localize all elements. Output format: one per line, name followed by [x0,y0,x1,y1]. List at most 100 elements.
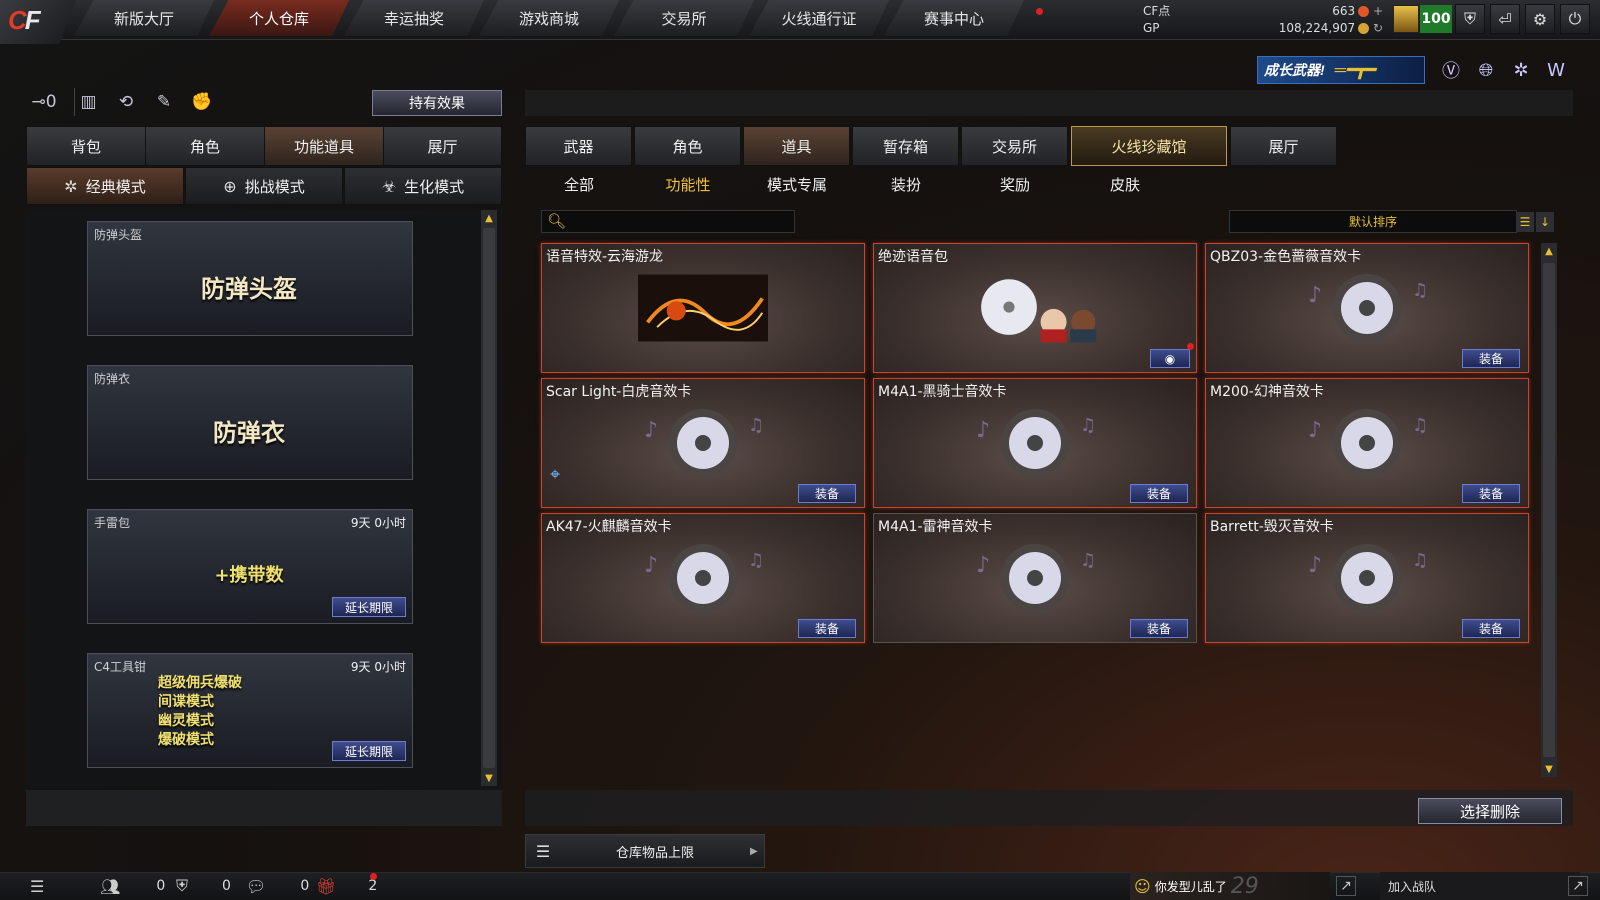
inv-item-card[interactable]: M4A1-黑骑士音效卡 ♪ ♫ 装备 [873,378,1197,508]
inv-item-card[interactable]: M200-幻神音效卡 ♪ ♫ 装备 [1205,378,1529,508]
extend-button[interactable]: 延长期限 [332,741,406,761]
friends-count[interactable]: 👥︎ 0 [100,874,165,898]
item-card-grenade-pack[interactable]: 手雷包 9天 0小时 +携带数 延长期限 [87,509,413,624]
classic-mode-icon: ✲ [64,176,78,196]
inv-item-card[interactable]: AK47-火麒麟音效卡 ♪ ♫ 装备 [541,513,865,643]
add-cf-icon[interactable]: + [1373,4,1383,18]
mode-challenge[interactable]: ⊕ 挑战模式 [185,167,343,205]
scroll-thumb[interactable] [1543,263,1555,757]
svg-text:♫: ♫ [748,550,764,571]
inv-item-card[interactable]: M4A1-雷神音效卡 ♪ ♫ 装备 [873,513,1197,643]
refresh-gp-icon[interactable]: ↻ [1373,21,1383,35]
chat-count[interactable]: 💬︎ 0 [246,874,309,898]
menu-list-icon[interactable]: ☰ [30,874,48,898]
inv-item-card[interactable]: Scar Light-白虎音效卡 ♪ ♫ ⌖ 装备 [541,378,865,508]
inv-item-card[interactable]: Barrett-毁灭音效卡 ♪ ♫ 装备 [1205,513,1529,643]
hold-effect-button[interactable]: 持有效果 [372,90,502,116]
equip-button[interactable]: 装备 [1462,484,1520,503]
gift-count[interactable]: 🎁︎ 2 [316,874,377,898]
scroll-up-icon[interactable]: ▲ [481,210,497,226]
tab-items[interactable]: 道具 [743,126,850,166]
sort-select[interactable]: 默认排序 [1229,210,1517,233]
sort-direction-icon[interactable]: ↓ [1536,212,1554,232]
growth-weapon-banner[interactable]: 成长武器! ═━┳━ [1257,56,1425,84]
equip-button[interactable]: 装备 [798,619,856,638]
power-icon[interactable]: ⏻ [1560,4,1590,34]
mode-classic[interactable]: ✲ 经典模式 [26,167,184,205]
tab-storage-box[interactable]: 暂存箱 [852,126,959,166]
tab-characters[interactable]: 角色 [634,126,741,166]
sound-card-disc-icon: ♪ ♫ [638,407,768,479]
vip-v-icon[interactable]: Ⓥ [1437,56,1465,84]
equip-button[interactable]: 装备 [1462,619,1520,638]
subtab-skins[interactable]: 皮肤 [1071,170,1179,198]
tab-weapons[interactable]: 武器 [525,126,632,166]
history-icon[interactable]: ⟲ [112,88,140,116]
tab-exchange[interactable]: 交易所 [961,126,1068,166]
tab-character[interactable]: 角色 [145,126,265,166]
message-ticker[interactable]: ☺ 你发型儿乱了 29 [1130,872,1330,900]
inv-item-card[interactable]: 语音特效-云海游龙 [541,243,865,373]
list-view-icon[interactable]: ☰ [1516,212,1534,232]
shield-icon[interactable]: ⛨ [1455,4,1485,34]
tab-collection-hall[interactable]: 火线珍藏馆 [1071,126,1227,166]
exit-room-icon[interactable]: ⏎ [1490,4,1520,34]
mode-zombie[interactable]: ☣ 生化模式 [344,167,502,205]
right-scrollbar[interactable]: ▲ ▼ [1541,243,1557,777]
clan-count[interactable]: ⛨ 0 [176,874,231,898]
nav-tab-shop[interactable]: 游戏商城 [479,0,619,36]
scroll-down-icon[interactable]: ▼ [1541,761,1557,777]
inv-item-name: 语音特效-云海游龙 [546,249,664,265]
scroll-up-icon[interactable]: ▲ [1541,243,1557,259]
tab-backpack[interactable]: 背包 [26,126,146,166]
wings-w-icon[interactable]: W [1542,56,1570,84]
tab-right-showroom[interactable]: 展厅 [1230,126,1337,166]
popout-icon[interactable]: ↗ [1336,876,1356,896]
nav-tab-exchange[interactable]: 交易所 [614,0,754,36]
tab-functional-items[interactable]: 功能道具 [264,126,384,166]
left-scrollbar[interactable]: ▲ ▼ [481,210,497,786]
item-card-vest[interactable]: 防弹衣 防弹衣 [87,365,413,480]
chat-count-value: 0 [300,878,310,894]
nav-tab-warehouse[interactable]: 个人仓库 [209,0,349,36]
ranking-icon[interactable]: ▥ [74,88,102,116]
popout-icon[interactable]: ↗ [1568,876,1588,896]
equip-button[interactable]: 装备 [798,484,856,503]
nav-tab-lottery[interactable]: 幸运抽奖 [344,0,484,36]
rank-badge-icon[interactable] [1393,5,1419,33]
edit-pen-icon[interactable]: ✎ [150,88,178,116]
select-delete-button[interactable]: 选择删除 [1418,798,1562,824]
globe-icon[interactable]: 🌐︎ [1472,56,1500,84]
equip-button[interactable]: 装备 [1130,619,1188,638]
equip-button[interactable]: 装备 [1462,349,1520,368]
subtab-functional[interactable]: 功能性 [634,170,742,198]
item-card-c4-pliers[interactable]: C4工具钳 9天 0小时 超级佣兵爆破 间谍模式 幽灵模式 爆破模式 延长期限 [87,653,413,768]
scroll-thumb[interactable] [483,228,495,768]
item-title: 防弹衣 [94,372,131,386]
equip-button[interactable]: 装备 [1130,484,1188,503]
key-icon[interactable]: ⊸0 [30,88,58,116]
subtab-appearance[interactable]: 装扮 [852,170,960,198]
grenade-icon[interactable]: ✊ [188,88,216,116]
inv-item-card[interactable]: 绝迹语音包 ◉ [873,243,1197,373]
item-card-helmet[interactable]: 防弹头盔 防弹头盔 [87,221,413,336]
tab-showroom[interactable]: 展厅 [383,126,502,166]
search-input[interactable]: 🔍︎ [541,210,795,233]
tools-icon[interactable]: ✲ [1507,56,1535,84]
nav-tab-events[interactable]: 赛事中心 [884,0,1024,36]
extend-button[interactable]: 延长期限 [332,597,406,617]
nav-tab-pass[interactable]: 火线通行证 [749,0,889,36]
join-team-link[interactable]: 加入战队 [1380,872,1580,900]
nav-tab-lobby[interactable]: 新版大厅 [74,0,214,36]
settings-gear-icon[interactable]: ⚙ [1525,4,1555,34]
subtab-mode-exclusive[interactable]: 模式专属 [743,170,851,198]
disc-badge-icon[interactable]: ◉ [1150,349,1190,368]
inv-item-name: Barrett-毁灭音效卡 [1210,519,1334,535]
subtab-rewards[interactable]: 奖励 [961,170,1069,198]
inv-item-card[interactable]: QBZ03-金色蔷薇音效卡 ♪ ♫ 装备 [1205,243,1529,373]
scroll-down-icon[interactable]: ▼ [481,770,497,786]
storage-limit-bar[interactable]: ☰ 仓库物品上限 ▶ [525,834,765,868]
inv-item-name: M4A1-黑骑士音效卡 [878,384,1007,400]
gift-notification-dot [370,873,377,880]
subtab-all[interactable]: 全部 [525,170,633,198]
